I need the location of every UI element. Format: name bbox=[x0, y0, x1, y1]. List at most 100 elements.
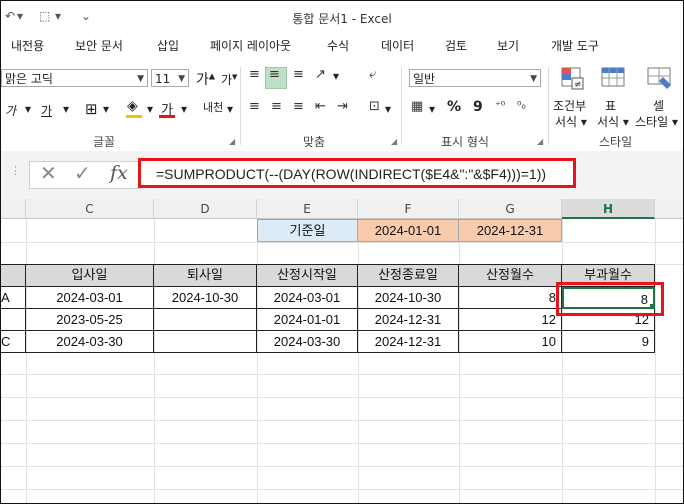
table-header-cell[interactable]: 산정월수 bbox=[459, 264, 562, 287]
column-header-next[interactable] bbox=[655, 199, 683, 219]
column-header-f[interactable]: F bbox=[358, 199, 459, 219]
grow-font-button[interactable]: 가▲ bbox=[196, 69, 215, 89]
cell-style-label-2-text: 스타일 bbox=[635, 115, 669, 129]
underline-button[interactable]: 가 bbox=[41, 102, 52, 119]
shrink-font-button[interactable]: 가▼ bbox=[221, 71, 237, 88]
decrease-indent-icon[interactable]: ⇤ bbox=[315, 99, 326, 114]
table-cell[interactable]: 9 bbox=[562, 331, 655, 353]
borders-dropdown[interactable]: ▾ bbox=[103, 102, 109, 116]
table-header-cell[interactable]: 입사일 bbox=[26, 264, 154, 287]
increase-indent-icon[interactable]: ⇥ bbox=[337, 99, 348, 114]
table-cell[interactable]: 2024-03-30 bbox=[257, 331, 358, 353]
base-date-label[interactable]: 기준일 bbox=[257, 219, 358, 242]
table-cell[interactable]: 2024-03-01 bbox=[257, 287, 358, 309]
table-cell[interactable]: 2024-10-30 bbox=[154, 287, 257, 309]
table-cell[interactable] bbox=[154, 309, 257, 331]
cancel-icon[interactable]: ✕ bbox=[40, 161, 57, 185]
borders-icon[interactable]: ⊞ bbox=[85, 100, 98, 118]
accounting-format-icon[interactable]: ▦ bbox=[411, 99, 423, 114]
column-header-e[interactable]: E bbox=[257, 199, 358, 219]
gridline bbox=[1, 489, 683, 490]
tab-security[interactable]: 보안 문서 bbox=[75, 37, 123, 54]
cond-format-label-2-text: 서식 bbox=[555, 115, 578, 129]
tab-insert[interactable]: 삽입 bbox=[157, 37, 179, 54]
cell-styles-button[interactable]: 셀 bbox=[653, 97, 664, 114]
tab-data[interactable]: 데이터 bbox=[381, 37, 414, 54]
align-right-icon[interactable]: ≡ bbox=[293, 99, 304, 114]
tab-home[interactable]: 내전용 bbox=[11, 37, 44, 54]
table-cell[interactable]: 2024-03-01 bbox=[26, 287, 154, 309]
italic-button[interactable]: 가 bbox=[5, 102, 16, 119]
enter-icon[interactable]: ✓ bbox=[74, 161, 91, 185]
tab-developer[interactable]: 개발 도구 bbox=[551, 37, 599, 54]
tab-view[interactable]: 보기 bbox=[497, 37, 519, 54]
column-header-h[interactable]: H bbox=[562, 199, 655, 219]
alignment-dialog-launcher-icon[interactable]: ◢ bbox=[391, 137, 397, 146]
column-header-stub[interactable] bbox=[1, 199, 26, 219]
decrease-decimal-icon[interactable]: ⁰₀ bbox=[517, 99, 526, 112]
number-dialog-launcher-icon[interactable]: ◢ bbox=[537, 137, 543, 146]
name-box-grip-icon[interactable]: ⋮ bbox=[10, 164, 21, 177]
table-cell[interactable]: C bbox=[1, 331, 26, 353]
conditional-format-button[interactable]: 조건부 bbox=[553, 97, 586, 114]
number-format-combo[interactable]: 일반 ▼ bbox=[409, 69, 541, 87]
table-header-cell[interactable]: 퇴사일 bbox=[154, 264, 257, 287]
table-cell[interactable]: 10 bbox=[459, 331, 562, 353]
table-cell[interactable]: 2024-12-31 bbox=[358, 309, 459, 331]
font-color-dropdown[interactable]: ▾ bbox=[181, 102, 187, 116]
formula-input[interactable]: =SUMPRODUCT(--(DAY(ROW(INDIRECT($E4&":"&… bbox=[138, 158, 576, 188]
tab-page-layout[interactable]: 페이지 레이아웃 bbox=[210, 37, 291, 54]
fill-color-icon[interactable]: ◈ bbox=[127, 98, 138, 114]
phonetic-button[interactable]: 내천 bbox=[203, 99, 223, 115]
font-dialog-launcher-icon[interactable]: ◢ bbox=[229, 137, 235, 146]
formula-bar: ⋮ ✕ ✓ fx =SUMPRODUCT(--(DAY(ROW(INDIRECT… bbox=[1, 151, 683, 200]
orientation-dropdown[interactable]: ▾ bbox=[333, 69, 339, 83]
tab-formulas[interactable]: 수식 bbox=[327, 37, 349, 54]
orientation-icon[interactable]: ↗ bbox=[315, 67, 326, 82]
align-top-icon[interactable]: ≡ bbox=[249, 67, 260, 82]
tab-review[interactable]: 검토 bbox=[445, 37, 467, 54]
merge-dropdown[interactable]: ▾ bbox=[385, 102, 391, 116]
fill-color-dropdown[interactable]: ▾ bbox=[147, 102, 153, 116]
base-end-date[interactable]: 2024-12-31 bbox=[459, 219, 562, 242]
table-cell[interactable]: 2023-05-25 bbox=[26, 309, 154, 331]
insert-function-icon[interactable]: fx bbox=[110, 162, 128, 184]
align-center-icon[interactable]: ≡ bbox=[271, 99, 282, 114]
table-cell[interactable] bbox=[1, 309, 26, 331]
table-header-cell[interactable]: 산정종료일 bbox=[358, 264, 459, 287]
format-table-button[interactable]: 표 bbox=[605, 97, 616, 114]
table-cell[interactable] bbox=[154, 331, 257, 353]
underline-dropdown[interactable]: ▾ bbox=[63, 102, 69, 116]
percent-button[interactable]: % bbox=[447, 99, 461, 115]
accounting-dropdown[interactable]: ▾ bbox=[429, 102, 435, 116]
align-left-icon[interactable]: ≡ bbox=[249, 99, 260, 114]
table-cell[interactable]: 8 bbox=[459, 287, 562, 309]
comma-button[interactable]: 9 bbox=[473, 99, 483, 115]
table-cell[interactable]: 2024-10-30 bbox=[358, 287, 459, 309]
table-header-cell[interactable]: 산정시작일 bbox=[257, 264, 358, 287]
wrap-text-icon[interactable]: ⤶ bbox=[369, 67, 376, 82]
table-header-stub[interactable] bbox=[1, 264, 26, 287]
font-size-combo[interactable]: 11 ▼ bbox=[151, 69, 189, 87]
column-header-c[interactable]: C bbox=[26, 199, 154, 219]
phonetic-dropdown[interactable]: ▾ bbox=[227, 102, 233, 116]
cell-styles-icon bbox=[645, 65, 675, 93]
table-cell[interactable]: 2024-01-01 bbox=[257, 309, 358, 331]
formula-text: =SUMPRODUCT(--(DAY(ROW(INDIRECT($E4&":"&… bbox=[156, 166, 547, 182]
base-start-date[interactable]: 2024-01-01 bbox=[358, 219, 459, 242]
window-title: 통합 문서1 - Excel bbox=[292, 12, 392, 26]
strike-dropdown[interactable]: ▾ bbox=[25, 102, 31, 116]
group-styles-label: 스타일 bbox=[599, 135, 633, 149]
align-bottom-icon[interactable]: ≡ bbox=[293, 67, 304, 82]
column-header-g[interactable]: G bbox=[459, 199, 562, 219]
table-cell[interactable]: 12 bbox=[459, 309, 562, 331]
format-table-label-2: 서식 ▾ bbox=[597, 115, 629, 129]
table-cell[interactable]: A bbox=[1, 287, 26, 309]
table-cell[interactable]: 2024-12-31 bbox=[358, 331, 459, 353]
increase-decimal-icon[interactable]: ⁺⁰ bbox=[495, 99, 505, 112]
column-header-d[interactable]: D bbox=[154, 199, 257, 219]
font-name-combo[interactable]: 맑은 고딕 ▼ bbox=[1, 69, 148, 87]
table-cell[interactable]: 2024-03-30 bbox=[26, 331, 154, 353]
formula-buttons: ✕ ✓ fx bbox=[29, 161, 141, 189]
merge-center-icon[interactable]: ⊡ bbox=[369, 99, 380, 114]
